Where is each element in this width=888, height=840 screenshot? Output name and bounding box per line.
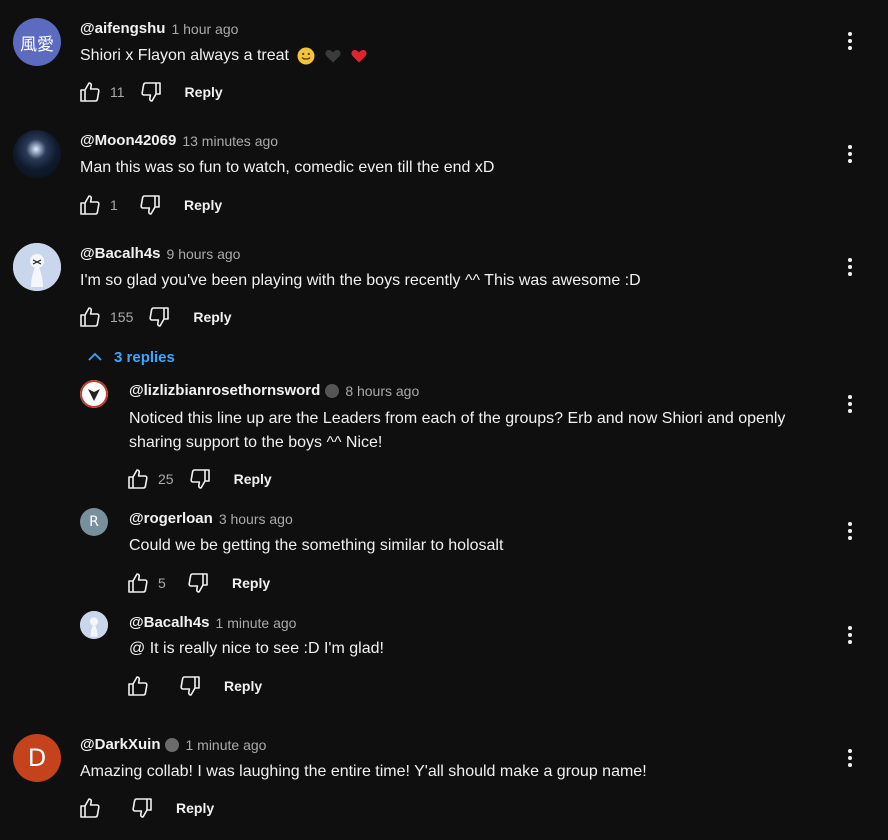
reply-button[interactable]: Reply: [232, 575, 270, 591]
thumb-down-icon: [138, 193, 162, 217]
more-actions-button[interactable]: [840, 29, 860, 53]
more-actions-button[interactable]: [840, 392, 860, 416]
comment-text: @ It is really nice to see :D I'm glad!: [129, 640, 384, 657]
comment-text: I'm so glad you've been playing with the…: [80, 272, 641, 289]
comment-text: Amazing collab! I was laughing the entir…: [80, 763, 647, 780]
comment-author[interactable]: @Moon42069: [80, 132, 176, 149]
dislike-button[interactable]: [186, 571, 210, 595]
avatar[interactable]: [80, 611, 108, 639]
avatar[interactable]: 風愛: [13, 18, 61, 66]
thumb-up-icon: [126, 467, 150, 491]
comment-time[interactable]: 9 hours ago: [167, 246, 241, 262]
replies-toggle-button[interactable]: 3 replies: [86, 348, 175, 366]
reply-button[interactable]: Reply: [184, 197, 222, 213]
reply-button[interactable]: Reply: [176, 800, 214, 816]
like-button[interactable]: 5: [126, 571, 172, 595]
character-avatar-icon: [80, 611, 108, 639]
like-button[interactable]: [126, 674, 172, 698]
thumb-up-icon: [126, 571, 150, 595]
thumb-down-icon: [188, 467, 212, 491]
more-actions-button[interactable]: [840, 519, 860, 543]
comment-author[interactable]: @rogerloan: [129, 510, 213, 527]
comment-text: Shiori x Flayon always a treat: [80, 44, 368, 68]
dislike-button[interactable]: [130, 796, 154, 820]
comment-time[interactable]: 1 minute ago: [216, 615, 297, 631]
dislike-button[interactable]: [147, 305, 171, 329]
thumb-down-icon: [130, 796, 154, 820]
like-count: 155: [110, 309, 134, 325]
reply-button[interactable]: Reply: [193, 309, 231, 325]
comment-time[interactable]: 1 hour ago: [171, 21, 238, 37]
dislike-button[interactable]: [138, 193, 162, 217]
comment-author[interactable]: @Bacalh4s: [129, 614, 210, 631]
comment-author[interactable]: @DarkXuin: [80, 736, 160, 753]
comment-author[interactable]: @Bacalh4s: [80, 245, 161, 262]
like-count: 5: [158, 575, 166, 591]
avatar[interactable]: [13, 243, 61, 291]
replies-toggle-label: 3 replies: [114, 348, 175, 366]
dislike-button[interactable]: [178, 674, 202, 698]
member-badge-icon: [325, 383, 340, 398]
reply-button[interactable]: Reply: [185, 84, 223, 100]
thumb-down-icon: [178, 674, 202, 698]
character-avatar-icon: [13, 243, 61, 291]
comment-time[interactable]: 8 hours ago: [345, 383, 419, 399]
thumb-up-icon: [78, 796, 102, 820]
smile-emoji: [297, 47, 315, 65]
thumb-down-icon: [186, 571, 210, 595]
more-actions-button[interactable]: [840, 746, 860, 770]
like-button[interactable]: [78, 796, 124, 820]
black-heart-emoji: [325, 49, 341, 63]
like-count: 25: [158, 471, 174, 487]
thumb-up-icon: [78, 80, 102, 104]
thumb-up-icon: [126, 674, 150, 698]
thumb-down-icon: [147, 305, 171, 329]
like-button[interactable]: 11: [78, 80, 125, 104]
comment-time[interactable]: 1 minute ago: [185, 737, 266, 753]
comment-text: Could we be getting the something simila…: [129, 537, 504, 554]
avatar[interactable]: R: [80, 508, 108, 536]
member-badge-icon: [165, 737, 180, 752]
crest-avatar-icon: [80, 380, 108, 408]
like-button[interactable]: 155: [78, 305, 133, 329]
like-button[interactable]: 25: [126, 467, 174, 491]
thumb-up-icon: [78, 193, 102, 217]
thumb-up-icon: [78, 305, 102, 329]
comment-author[interactable]: @lizlizbianrosethornsword: [129, 382, 320, 399]
chevron-up-icon: [88, 352, 102, 361]
reply-button[interactable]: Reply: [234, 471, 272, 487]
more-actions-button[interactable]: [840, 255, 860, 279]
more-actions-button[interactable]: [840, 142, 860, 166]
like-count: 11: [110, 84, 125, 100]
heart-emoji: [351, 49, 367, 63]
reply-button[interactable]: Reply: [224, 678, 262, 694]
thumb-down-icon: [139, 80, 163, 104]
comment-time[interactable]: 13 minutes ago: [182, 133, 278, 149]
dislike-button[interactable]: [139, 80, 163, 104]
comment-text: Man this was so fun to watch, comedic ev…: [80, 159, 495, 176]
avatar[interactable]: D: [13, 734, 61, 782]
comment-author[interactable]: @aifengshu: [80, 20, 165, 37]
comment-time[interactable]: 3 hours ago: [219, 511, 293, 527]
dislike-button[interactable]: [188, 467, 212, 491]
comment-text: Noticed this line up are the Leaders fro…: [129, 410, 786, 451]
like-button[interactable]: 1: [78, 193, 124, 217]
avatar[interactable]: [13, 130, 61, 178]
like-count: 1: [110, 197, 118, 213]
more-actions-button[interactable]: [840, 623, 860, 647]
avatar[interactable]: [80, 380, 108, 408]
